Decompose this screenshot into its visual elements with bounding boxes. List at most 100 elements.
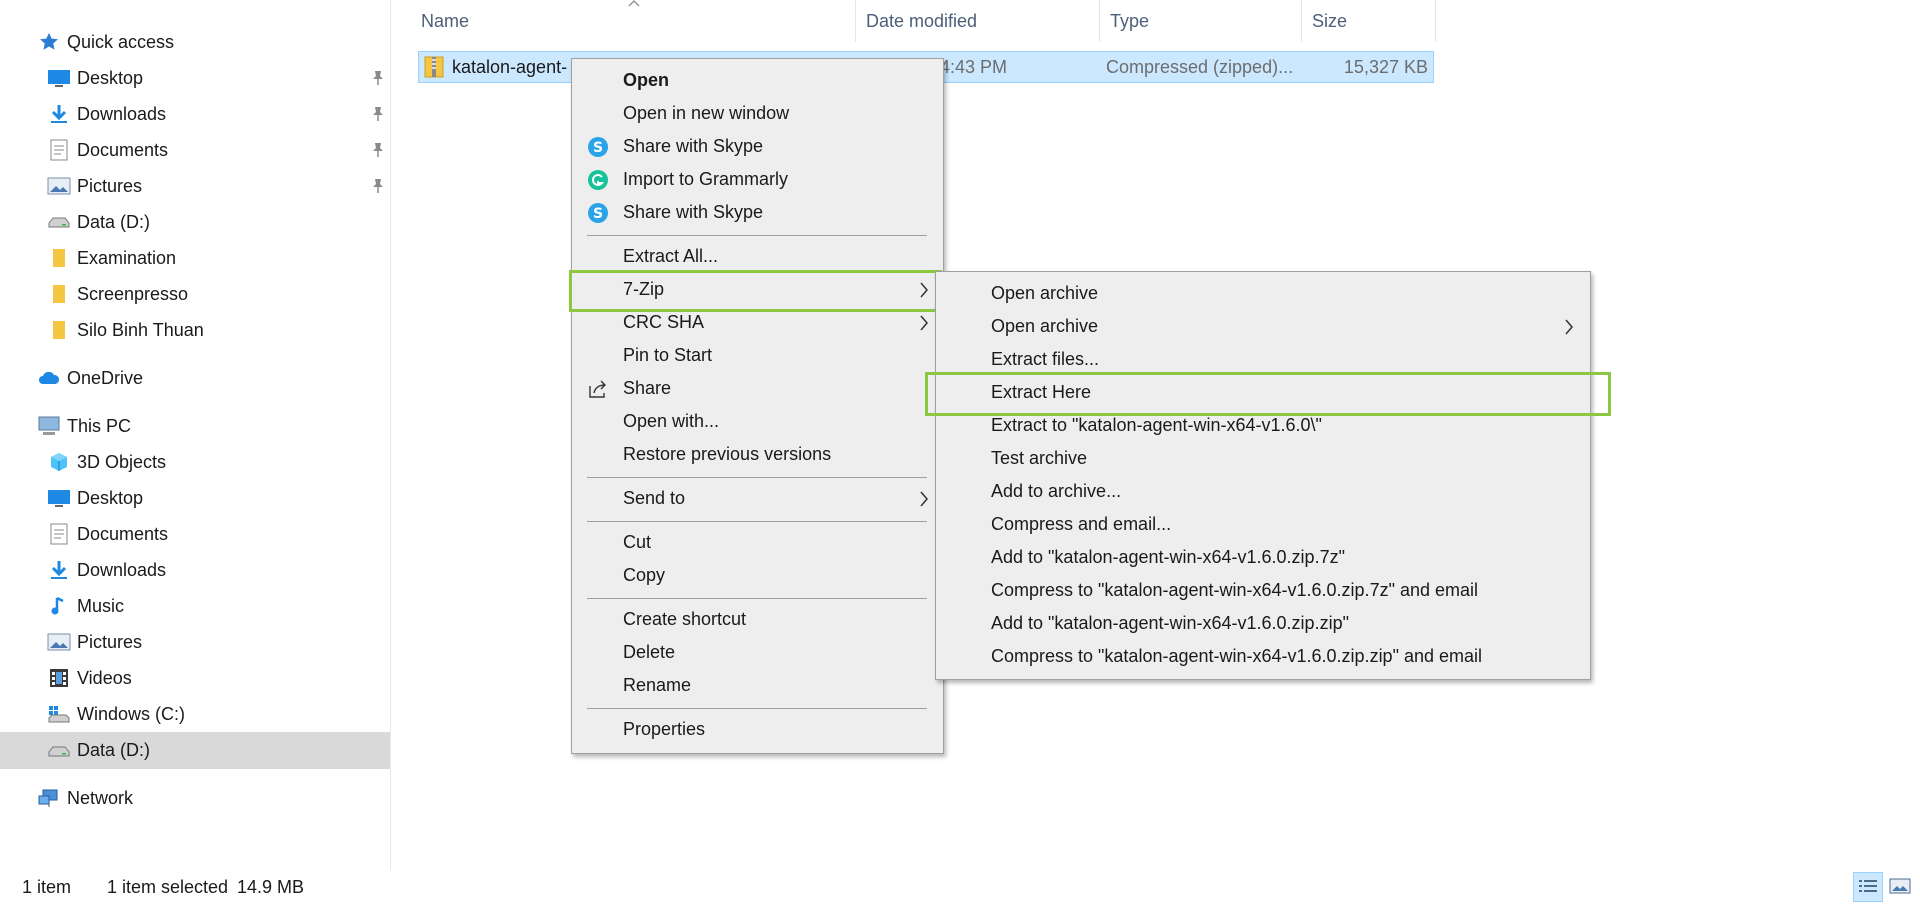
skype-icon: S (586, 201, 610, 225)
menu-item-copy[interactable]: Copy (574, 559, 941, 592)
nav-item-data-d[interactable]: Data (D:) (0, 204, 390, 240)
menu-separator (587, 521, 927, 522)
large-icons-view-button[interactable] (1886, 872, 1916, 902)
submenu-item-add-to-archive[interactable]: Add to archive... (938, 475, 1588, 508)
column-divider[interactable] (1435, 0, 1436, 42)
nav-label: Windows (C:) (77, 703, 186, 724)
documents-icon (47, 522, 71, 546)
nav-item-desktop-pc[interactable]: Desktop (0, 480, 390, 516)
menu-item-pin-to-start[interactable]: Pin to Start (574, 339, 941, 372)
menu-item-share-skype-2[interactable]: S Share with Skype (574, 196, 941, 229)
star-icon (37, 30, 61, 54)
column-label: Name (421, 10, 470, 31)
nav-network[interactable]: Network (0, 780, 390, 816)
column-label: Size (1312, 10, 1348, 31)
pin-icon[interactable] (369, 105, 387, 123)
nav-label: OneDrive (67, 367, 144, 388)
menu-separator (587, 477, 927, 478)
column-label: Date modified (866, 10, 978, 31)
nav-item-silo-binh-thuan[interactable]: Silo Binh Thuan (0, 312, 390, 348)
music-icon (47, 594, 71, 618)
menu-item-cut[interactable]: Cut (574, 526, 941, 559)
menu-item-delete[interactable]: Delete (574, 636, 941, 669)
menu-item-create-shortcut[interactable]: Create shortcut (574, 603, 941, 636)
submenu-item-compress-zip-email[interactable]: Compress to "katalon-agent-win-x64-v1.6.… (938, 640, 1588, 673)
submenu-item-compress-email[interactable]: Compress and email... (938, 508, 1588, 541)
pin-icon[interactable] (369, 69, 387, 87)
column-header-date-modified[interactable]: Date modified (856, 0, 1100, 42)
nav-label: Videos (77, 667, 132, 688)
nav-label: Desktop (77, 487, 144, 508)
submenu-item-test-archive[interactable]: Test archive (938, 442, 1588, 475)
nav-onedrive[interactable]: OneDrive (0, 360, 390, 396)
cloud-icon (37, 366, 61, 390)
status-size: 14.9 MB (237, 877, 305, 897)
submenu-item-add-7z[interactable]: Add to "katalon-agent-win-x64-v1.6.0.zip… (938, 541, 1588, 574)
nav-item-documents[interactable]: Documents (0, 132, 390, 168)
submenu-item-open-archive[interactable]: Open archive (938, 277, 1588, 310)
nav-item-data-d-pc[interactable]: Data (D:) (0, 732, 390, 769)
pin-icon[interactable] (369, 177, 387, 195)
menu-item-open[interactable]: Open (574, 64, 941, 97)
nav-item-examination[interactable]: Examination (0, 240, 390, 276)
nav-item-windows-c[interactable]: Windows (C:) (0, 696, 390, 732)
status-item-count: 1 item (22, 877, 72, 897)
downloads-icon (47, 558, 71, 582)
computer-icon (37, 414, 61, 438)
nav-label: Music (77, 595, 125, 616)
nav-item-desktop[interactable]: Desktop (0, 60, 390, 96)
pin-icon[interactable] (369, 141, 387, 159)
menu-item-open-with[interactable]: Open with... (574, 405, 941, 438)
submenu-item-compress-7z-email[interactable]: Compress to "katalon-agent-win-x64-v1.6.… (938, 574, 1588, 607)
nav-item-downloads[interactable]: Downloads (0, 96, 390, 132)
chevron-right-icon (920, 491, 928, 507)
nav-item-music[interactable]: Music (0, 588, 390, 624)
folder-icon (47, 318, 71, 342)
menu-item-extract-all[interactable]: Extract All... (574, 240, 941, 273)
nav-item-downloads-pc[interactable]: Downloads (0, 552, 390, 588)
nav-this-pc[interactable]: This PC (0, 408, 390, 444)
nav-item-videos[interactable]: Videos (0, 660, 390, 696)
menu-item-share[interactable]: Share (574, 372, 941, 405)
chevron-right-icon (1565, 319, 1573, 335)
documents-icon (47, 138, 71, 162)
column-header-size[interactable]: Size (1302, 0, 1435, 42)
nav-label: Pictures (77, 175, 143, 196)
videos-icon (47, 666, 71, 690)
file-size: 15,327 KB (1343, 57, 1428, 77)
menu-item-share-skype-1[interactable]: S Share with Skype (574, 130, 941, 163)
folder-icon (47, 246, 71, 270)
submenu-item-open-archive-more[interactable]: Open archive (938, 310, 1588, 343)
nav-quick-access[interactable]: Quick access (0, 24, 390, 60)
nav-item-pictures-pc[interactable]: Pictures (0, 624, 390, 660)
svg-text:S: S (593, 206, 603, 222)
grammarly-icon (586, 168, 610, 192)
menu-item-open-new-window[interactable]: Open in new window (574, 97, 941, 130)
nav-label: Pictures (77, 631, 143, 652)
column-header-name[interactable]: Name (411, 0, 854, 42)
menu-item-import-grammarly[interactable]: Import to Grammarly (574, 163, 941, 196)
nav-label: Documents (77, 523, 169, 544)
large-icons-view-icon (1889, 878, 1911, 894)
zip-folder-icon (424, 55, 444, 84)
highlight-7zip (569, 270, 942, 312)
details-view-button[interactable] (1853, 872, 1883, 902)
nav-item-pictures[interactable]: Pictures (0, 168, 390, 204)
column-header-type[interactable]: Type (1100, 0, 1300, 42)
menu-item-rename[interactable]: Rename (574, 669, 941, 702)
nav-item-3d-objects[interactable]: 3D Objects (0, 444, 390, 480)
svg-text:S: S (593, 140, 603, 156)
nav-item-screenpresso[interactable]: Screenpresso (0, 276, 390, 312)
nav-label: Silo Binh Thuan (77, 319, 204, 340)
submenu-item-add-zip[interactable]: Add to "katalon-agent-win-x64-v1.6.0.zip… (938, 607, 1588, 640)
menu-item-send-to[interactable]: Send to (574, 482, 941, 515)
nav-label: 3D Objects (77, 451, 167, 472)
menu-item-restore-versions[interactable]: Restore previous versions (574, 438, 941, 471)
desktop-icon (47, 66, 71, 90)
nav-label: Quick access (67, 31, 175, 52)
nav-label: Documents (77, 139, 169, 160)
column-label: Type (1110, 10, 1150, 31)
nav-item-documents-pc[interactable]: Documents (0, 516, 390, 552)
menu-item-properties[interactable]: Properties (574, 713, 941, 746)
chevron-right-icon (920, 315, 928, 331)
